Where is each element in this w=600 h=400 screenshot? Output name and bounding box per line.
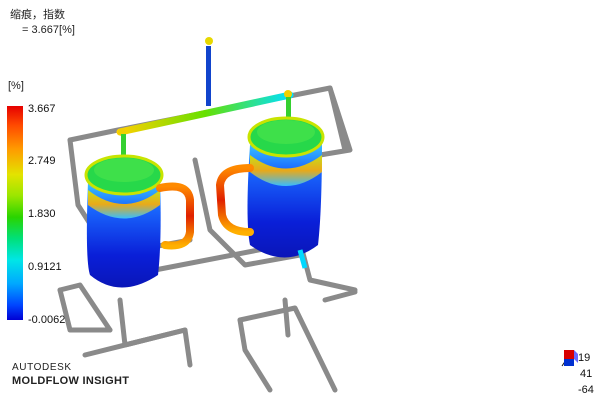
logo-line1: AUTODESK (12, 362, 72, 373)
sprue-gate-marker (205, 37, 213, 45)
right-part (247, 116, 325, 258)
left-part-handle (156, 182, 194, 250)
triad-value-2: 41 (580, 368, 593, 380)
left-part (84, 154, 164, 288)
logo-line2: MOLDFLOW INSIGHT (12, 375, 130, 387)
triad-value-3: -64 (578, 384, 594, 396)
autodesk-logo: AUTODESK MOLDFLOW INSIGHT (12, 362, 129, 388)
runner-junction (284, 90, 292, 98)
model-viewport[interactable] (0, 0, 600, 400)
triad-value-1: 19 (578, 352, 591, 364)
triad-x-icon (564, 350, 574, 359)
right-part-handle (215, 164, 254, 236)
triad-y-icon (564, 359, 574, 366)
sprue (206, 46, 211, 106)
